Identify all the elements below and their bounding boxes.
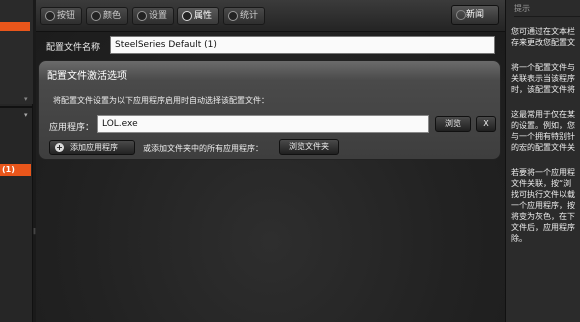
hints-panel: 提示 您可通过在文本栏 存来更改您配置文 将一个配置文件与 关联表示当该程序 时…	[505, 0, 580, 322]
tab-statistics[interactable]: 统计	[223, 7, 265, 25]
main-panel: 按钮 颜色 设置 属性 统计 新闻 配置文件名称 SteelSeries Def…	[36, 0, 505, 322]
hint-paragraph: 将一个配置文件与 关联表示当该程序 时，该配置文件将	[511, 63, 575, 94]
profile-list-item-selected[interactable]: (1)	[0, 164, 31, 176]
remove-application-button[interactable]: X	[476, 116, 496, 132]
dial-icon	[182, 11, 192, 21]
hint-paragraph: 您可通过在文本栏 存来更改您配置文	[511, 27, 575, 47]
application-path-input[interactable]: LOL.exe	[97, 115, 429, 133]
news-button[interactable]: 新闻	[451, 5, 499, 25]
add-folder-text: 或添加文件夹中的所有应用程序：	[143, 144, 263, 153]
browse-folder-button[interactable]: 浏览文件夹	[279, 139, 339, 155]
hints-divider	[514, 16, 580, 17]
tab-colors[interactable]: 颜色	[86, 7, 128, 25]
collapse-icon[interactable]: ▾	[24, 111, 32, 119]
add-application-label: 添加应用程序	[70, 143, 118, 152]
toolbar: 按钮 颜色 设置 属性 统计 新闻	[36, 0, 505, 32]
tab-label: 颜色	[103, 11, 122, 21]
tab-properties[interactable]: 属性	[177, 7, 219, 25]
tab-label: 设置	[149, 11, 168, 21]
dial-icon	[45, 11, 55, 21]
dial-icon	[228, 11, 238, 21]
profile-name-label: 配置文件名称	[46, 43, 101, 53]
dial-icon	[456, 10, 466, 20]
panel-title: 配置文件激活选项	[47, 71, 127, 82]
hints-title: 提示	[514, 4, 530, 13]
profile-list-top-section: ▾	[0, 0, 33, 104]
browse-button[interactable]: 浏览	[435, 116, 471, 132]
hint-paragraph: 若要将一个应用程 文件关联，按“浏 找可执行文件以载 一个应用程序，按 将变为灰…	[511, 168, 575, 243]
collapse-icon[interactable]: ▾	[24, 96, 32, 103]
activation-description: 将配置文件设置为以下应用程序启用时自动选择该配置文件：	[53, 96, 269, 105]
tab-settings[interactable]: 设置	[132, 7, 174, 25]
news-button-label: 新闻	[465, 10, 484, 20]
application-label: 应用程序：	[49, 123, 95, 133]
dial-icon	[137, 11, 147, 21]
hint-paragraph: 这最常用于仅在某 的设置。例如，您 与一个拥有特别针 的宏的配置文件关	[511, 110, 575, 152]
profile-activation-panel: 配置文件激活选项 将配置文件设置为以下应用程序启用时自动选择该配置文件： 应用程…	[38, 60, 501, 160]
profile-name-input[interactable]: SteelSeries Default (1)	[110, 36, 495, 54]
dial-icon	[91, 11, 101, 21]
tab-label: 统计	[240, 11, 259, 21]
tab-buttons[interactable]: 按钮	[40, 7, 82, 25]
sidebar-divider	[0, 106, 33, 108]
add-application-button[interactable]: + 添加应用程序	[49, 140, 135, 155]
profile-list-sidebar: ▾ ▾ (1)	[0, 0, 33, 322]
sidebar-highlight-bar[interactable]	[0, 22, 30, 31]
plus-icon: +	[55, 143, 64, 152]
tab-label: 按钮	[57, 11, 76, 21]
tab-label: 属性	[194, 11, 213, 21]
